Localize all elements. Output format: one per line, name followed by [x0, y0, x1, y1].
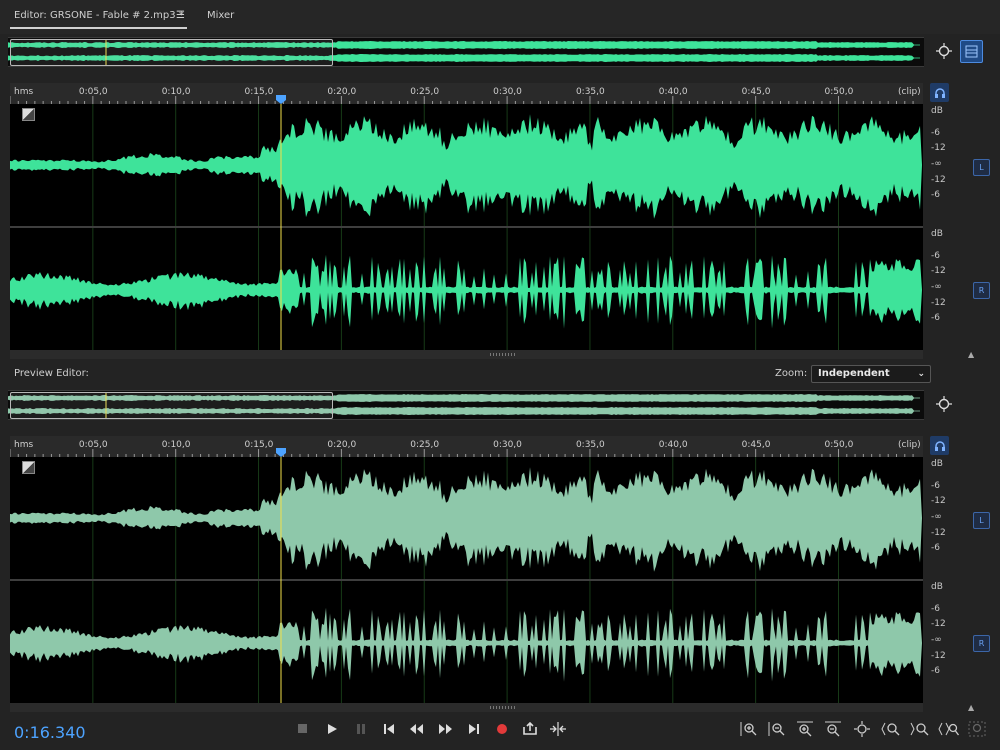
preview-zoom-navigator-icon[interactable]: [934, 394, 954, 414]
zoom-full-icon[interactable]: [851, 718, 873, 740]
stop-icon[interactable]: [292, 718, 314, 740]
preview-waveform-display[interactable]: [10, 457, 923, 703]
channel-right-button[interactable]: R: [973, 282, 990, 299]
preview-db-tick-right: -12: [931, 619, 946, 629]
play-icon[interactable]: [321, 718, 343, 740]
db-tick-right: dB: [931, 229, 943, 239]
db-scale-preview: dB -6 -12 -∞ -12 -6 dB -6 -12 -∞ -12 -6 L R: [924, 457, 1000, 703]
panel-menu-icon[interactable]: ☰: [176, 10, 185, 21]
preview-db-tick-right: dB: [931, 582, 943, 592]
zoom-label: Zoom:: [775, 368, 808, 379]
rewind-icon[interactable]: [406, 718, 428, 740]
db-tick-right: -∞: [931, 282, 942, 292]
preview-ruler-ticks: [10, 448, 914, 457]
preview-channel-right-button[interactable]: R: [973, 635, 990, 652]
preview-channel-left-button[interactable]: L: [973, 512, 990, 529]
waveform-display[interactable]: [10, 104, 923, 350]
scroll-grip[interactable]: [490, 353, 515, 356]
db-tick-left: -∞: [931, 159, 942, 169]
zoom-in-amplitude-icon[interactable]: [738, 718, 760, 740]
tab-mixer[interactable]: Mixer: [207, 10, 234, 21]
preview-editor-label: Preview Editor:: [14, 368, 89, 379]
headphones-icon[interactable]: [930, 83, 949, 102]
playhead-handle: [276, 95, 286, 104]
current-time-display[interactable]: 0:16.340: [14, 723, 86, 742]
zoom-navigator-icon[interactable]: [934, 41, 954, 61]
db-tick-left: dB: [931, 106, 943, 116]
zoom-selection-icon[interactable]: [938, 718, 960, 740]
db-tick-left: -12: [931, 175, 946, 185]
channel-left-button[interactable]: L: [973, 159, 990, 176]
preview-channel-divider: [10, 579, 923, 581]
zoom-select-value: Independent: [818, 368, 890, 379]
clip-gain-icon[interactable]: [22, 108, 35, 121]
go-to-start-icon[interactable]: [378, 718, 400, 740]
zoom-in-time-icon[interactable]: [794, 718, 816, 740]
active-tab-indicator: [10, 27, 187, 29]
skip-selection-icon[interactable]: [547, 718, 569, 740]
preview-horizontal-scrollbar[interactable]: [10, 703, 923, 712]
preview-db-tick-left: -∞: [931, 512, 942, 522]
zoom-in-right-icon[interactable]: [909, 718, 931, 740]
zoom-out-full-icon[interactable]: [966, 718, 988, 740]
zoom-select[interactable]: Independent ⌄: [811, 365, 931, 383]
preview-db-tick-right: -6: [931, 604, 940, 614]
db-tick-left: -12: [931, 143, 946, 153]
preview-scroll-grip[interactable]: [490, 706, 515, 709]
preview-playhead-handle: [276, 448, 286, 457]
preview-db-tick-left: -6: [931, 481, 940, 491]
channel-divider: [10, 226, 923, 228]
tab-editor[interactable]: Editor: GRSONE - Fable # 2.mp3 *: [14, 10, 184, 21]
preview-db-tick-right: -∞: [931, 635, 942, 645]
overview-navigator[interactable]: [8, 37, 924, 67]
preview-db-tick-left: dB: [931, 459, 943, 469]
fast-forward-icon[interactable]: [434, 718, 456, 740]
db-scale-main: dB -6 -12 -∞ -12 -6 dB -6 -12 -∞ -12 -6 L R: [924, 104, 1000, 350]
preview-time-ruler[interactable]: hms 0:05,0 0:10,0 0:15,0 0:20,0 0:25,0 0:30,0…: [10, 436, 923, 458]
db-tick-right: -12: [931, 266, 946, 276]
waveform-left-channel: [10, 114, 922, 219]
preview-db-tick-left: -12: [931, 496, 946, 506]
preview-overview-navigator[interactable]: [8, 390, 924, 420]
preview-db-tick-right: -12: [931, 651, 946, 661]
preview-db-tick-left: -12: [931, 528, 946, 538]
preview-db-tick-right: -6: [931, 666, 940, 676]
record-icon[interactable]: [491, 718, 513, 740]
loop-icon[interactable]: [519, 718, 541, 740]
zoom-out-amplitude-icon[interactable]: [766, 718, 788, 740]
zoom-out-time-icon[interactable]: [822, 718, 844, 740]
preview-headphones-icon[interactable]: [930, 436, 949, 455]
preview-waveform-left-channel: [10, 467, 922, 572]
preview-overview-visible-range[interactable]: [10, 392, 333, 419]
db-tick-right: -6: [931, 251, 940, 261]
go-to-end-icon[interactable]: [463, 718, 485, 740]
db-tick-left: -6: [931, 190, 940, 200]
db-tick-left: -6: [931, 128, 940, 138]
waveform-preview: [10, 457, 923, 703]
preview-waveform-right-channel: [10, 607, 922, 682]
db-tick-right: -12: [931, 298, 946, 308]
ruler-ticks: [10, 95, 914, 104]
pause-icon[interactable]: [350, 718, 372, 740]
waveform-main: [10, 104, 923, 350]
preview-collapse-icon[interactable]: ▲: [968, 703, 974, 712]
zoom-in-left-icon[interactable]: [880, 718, 902, 740]
chevron-down-icon: ⌄: [917, 369, 925, 379]
waveform-right-channel: [10, 254, 922, 329]
toggle-spectral-view-icon[interactable]: [960, 40, 983, 63]
horizontal-scrollbar[interactable]: [10, 350, 923, 359]
time-ruler[interactable]: hms 0:05,0 0:10,0 0:15,0 0:20,0 0:25,0 0:30,0…: [10, 83, 923, 105]
preview-db-tick-left: -6: [931, 543, 940, 553]
tab-bar: Editor: GRSONE - Fable # 2.mp3 * ☰ Mixer: [0, 0, 1000, 34]
overview-visible-range[interactable]: [10, 39, 333, 66]
collapse-icon[interactable]: ▲: [968, 350, 974, 359]
db-tick-right: -6: [931, 313, 940, 323]
preview-clip-gain-icon[interactable]: [22, 461, 35, 474]
